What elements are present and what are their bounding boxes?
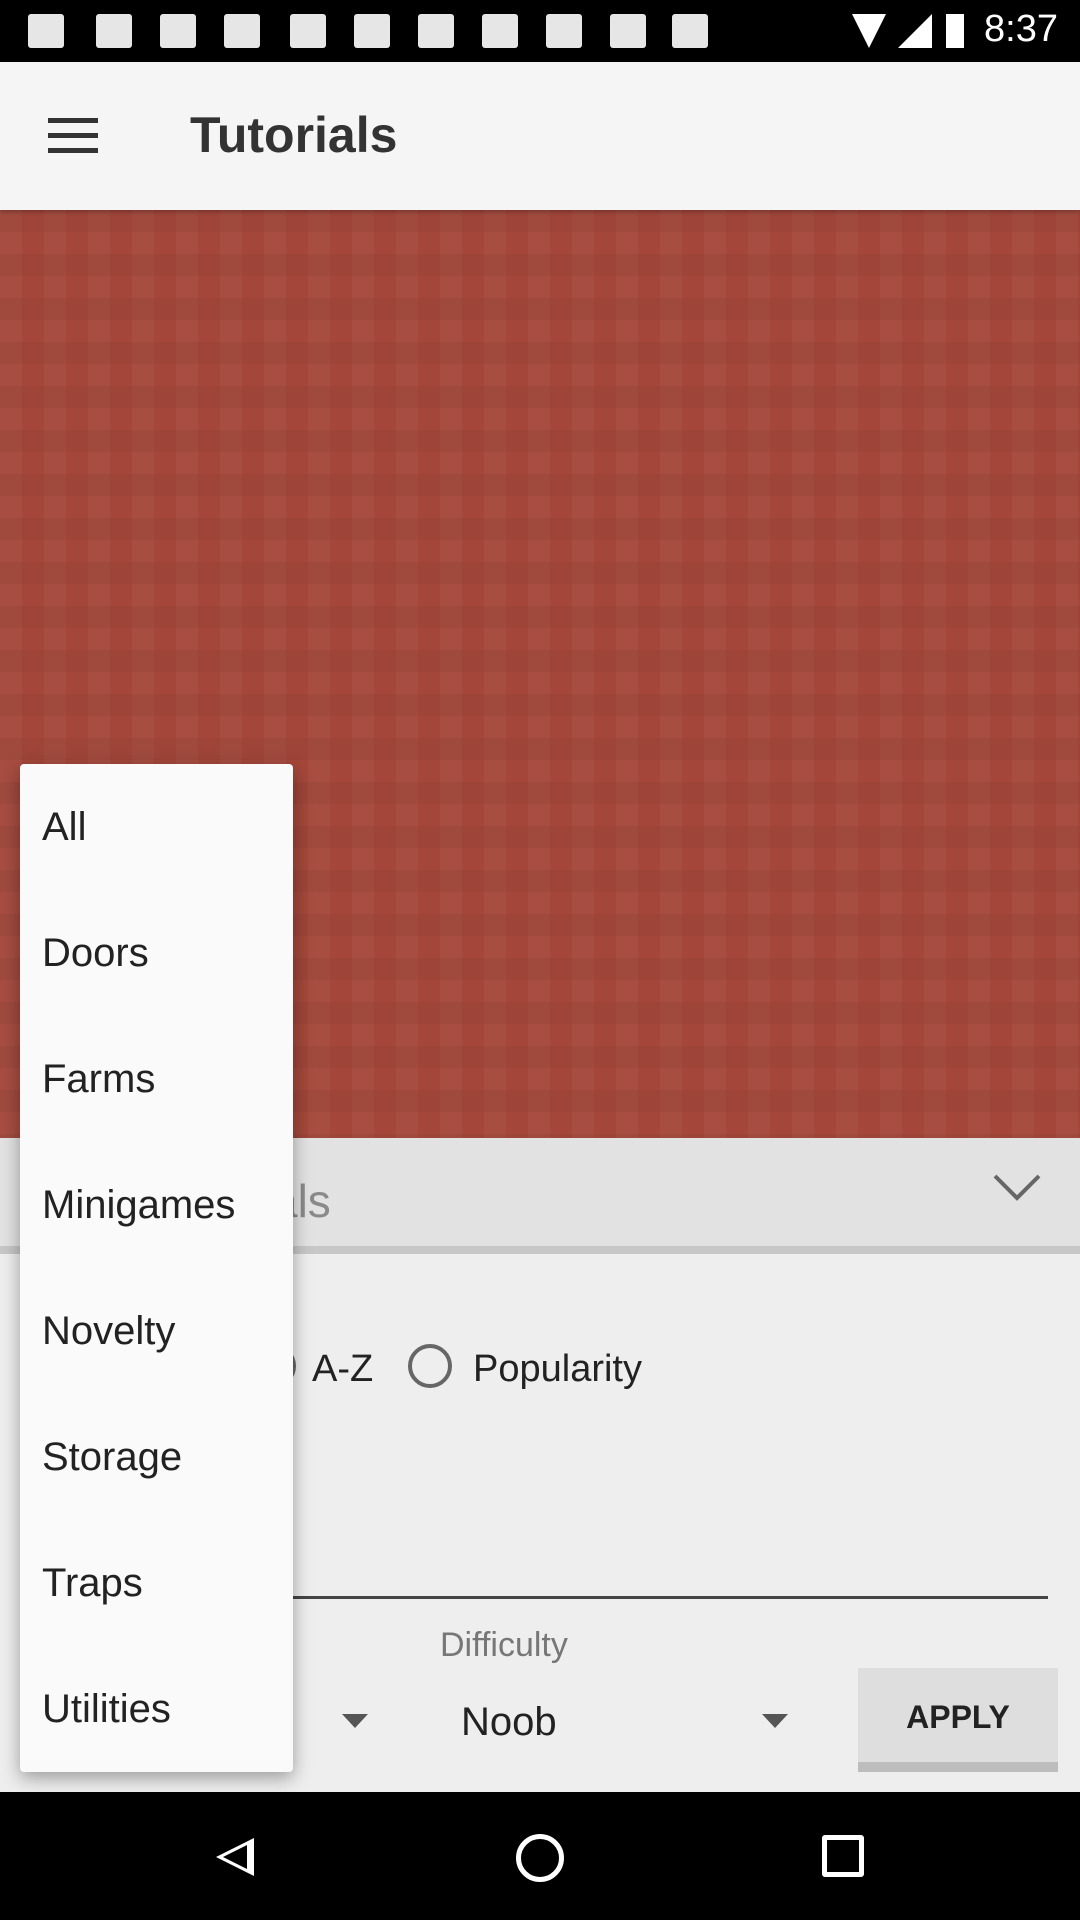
notification-icon (354, 14, 390, 48)
wifi-icon (852, 14, 886, 48)
popup-menu-item[interactable]: Storage (20, 1394, 293, 1520)
category-popup-menu: All Doors Farms Minigames Novelty Storage Trap… (20, 764, 293, 1772)
popup-menu-item[interactable]: Novelty (20, 1268, 293, 1394)
notification-icon (160, 14, 196, 48)
menu-icon[interactable] (48, 118, 98, 154)
caret-down-icon[interactable] (342, 1714, 368, 1728)
chevron-down-icon[interactable] (992, 1172, 1042, 1202)
popup-menu-item[interactable]: Minigames (20, 1142, 293, 1268)
app-bar: Tutorials (0, 62, 1080, 210)
notification-icon (28, 14, 64, 48)
back-icon-inner (223, 1845, 247, 1869)
difficulty-label: Difficulty (440, 1626, 568, 1664)
caret-down-icon[interactable] (762, 1714, 788, 1728)
radio-az-label: A-Z (312, 1348, 374, 1390)
recent-apps-icon[interactable] (822, 1835, 864, 1877)
radio-popularity[interactable] (408, 1344, 452, 1388)
notification-icon (546, 14, 582, 48)
notification-icon (96, 14, 132, 48)
popup-menu-item[interactable]: Farms (20, 1016, 293, 1142)
popup-menu-item[interactable]: Doors (20, 890, 293, 1016)
notification-icon (672, 14, 708, 48)
popup-menu-item[interactable]: Utilities (20, 1646, 293, 1772)
navigation-bar (0, 1792, 1080, 1920)
notification-icon (224, 14, 260, 48)
notification-icon (418, 14, 454, 48)
notification-icon (610, 14, 646, 48)
notification-icon (482, 14, 518, 48)
battery-icon (946, 14, 964, 48)
radio-popularity-label: Popularity (473, 1348, 642, 1390)
signal-icon (898, 14, 932, 48)
notification-icon (290, 14, 326, 48)
home-icon[interactable] (516, 1834, 564, 1882)
popup-menu-item[interactable]: Traps (20, 1520, 293, 1646)
apply-button[interactable]: APPLY (858, 1668, 1058, 1772)
status-bar: 8:37 (0, 0, 1080, 62)
difficulty-select[interactable]: Noob (461, 1700, 557, 1745)
page-title: Tutorials (190, 107, 398, 163)
popup-menu-item[interactable]: All (20, 764, 293, 890)
status-time: 8:37 (984, 8, 1058, 50)
